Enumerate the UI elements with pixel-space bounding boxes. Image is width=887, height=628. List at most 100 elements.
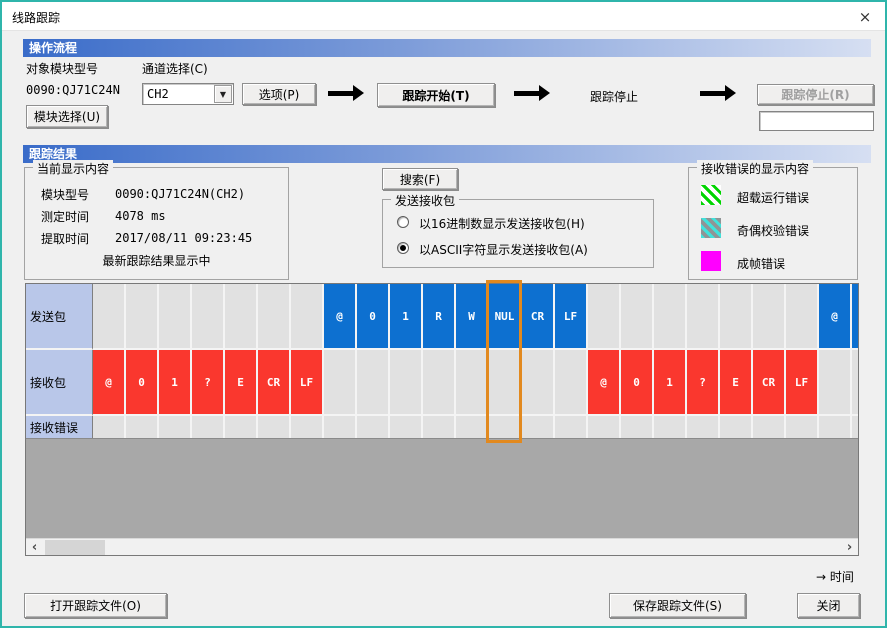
flow-arrow-icon: [700, 91, 726, 96]
trace-grid-cell: [852, 416, 858, 438]
trace-grid-cell: [456, 350, 489, 416]
trace-grid-cell[interactable]: LF: [786, 350, 819, 416]
info-row-label: 模块型号: [41, 186, 89, 203]
packet-display-radio-option[interactable]: 以ASCII字符显示发送接收包(A): [383, 238, 653, 264]
trace-grid-cell[interactable]: 0: [357, 284, 390, 350]
trace-grid-cell[interactable]: 1: [654, 350, 687, 416]
close-icon[interactable]: ×: [853, 5, 877, 29]
channel-select-label: 通道选择(C): [142, 60, 208, 77]
trace-grid-cell: [390, 416, 423, 438]
legend-item: 成帧错误: [689, 251, 857, 284]
trace-grid-cell: [192, 416, 225, 438]
info-row-value: 4078 ms: [115, 209, 166, 223]
info-row-value: 0090:QJ71C24N(CH2): [115, 187, 245, 201]
latest-result-status-label: 最新跟踪结果显示中: [25, 252, 288, 269]
trace-grid-cell: [126, 416, 159, 438]
trace-grid-cell[interactable]: W: [456, 284, 489, 350]
options-button[interactable]: 选项(P): [242, 83, 316, 105]
channel-selected-value: CH2: [147, 87, 169, 101]
trace-grid-cell[interactable]: ?: [192, 350, 225, 416]
trace-grid-cell: [687, 284, 720, 350]
channel-select-combobox[interactable]: CH2 ▼: [142, 83, 234, 105]
trace-grid-cell: [159, 284, 192, 350]
window-title: 线路跟踪: [12, 9, 60, 26]
save-trace-file-button[interactable]: 保存跟踪文件(S): [609, 593, 746, 618]
trace-grid-row: 接收错误: [26, 416, 858, 438]
trace-grid-cell[interactable]: @: [93, 350, 126, 416]
trace-grid-cell[interactable]: @: [588, 350, 621, 416]
trace-grid-cell[interactable]: E: [225, 350, 258, 416]
trace-grid-cell: [390, 350, 423, 416]
close-dialog-button[interactable]: 关闭: [797, 593, 860, 618]
trace-grid-cell: [159, 416, 192, 438]
trace-grid-cell[interactable]: 1: [390, 284, 423, 350]
trace-grid-cell: [225, 284, 258, 350]
info-row-label: 测定时间: [41, 208, 89, 225]
trace-grid-cell: [126, 284, 159, 350]
flow-arrow-icon: [514, 91, 540, 96]
chevron-down-icon[interactable]: ▼: [214, 85, 232, 103]
trace-grid-cell: [357, 350, 390, 416]
horizontal-scrollbar[interactable]: ‹ ›: [26, 538, 858, 555]
trace-grid-cell[interactable]: CR: [258, 350, 291, 416]
radio-button-icon[interactable]: [397, 216, 409, 228]
trace-start-button[interactable]: 跟踪开始(T): [377, 83, 495, 107]
trace-grid-empty-area: [26, 439, 858, 538]
trace-grid-cell[interactable]: CR: [522, 284, 555, 350]
module-select-button[interactable]: 模块选择(U): [26, 105, 108, 128]
radio-option-label: 以ASCII字符显示发送接收包(A): [419, 241, 588, 258]
info-row-label: 提取时间: [41, 230, 89, 247]
target-module-value: 0090:QJ71C24N: [26, 83, 120, 97]
scroll-right-icon[interactable]: ›: [841, 539, 858, 556]
packet-display-options: 以16进制数显示发送接收包(H) 以ASCII字符显示发送接收包(A): [383, 212, 653, 264]
trace-grid-cell: [588, 416, 621, 438]
trace-grid-cell[interactable]: LF: [555, 284, 588, 350]
trace-grid-cell: [93, 416, 126, 438]
info-row: 测定时间 4078 ms: [25, 204, 288, 226]
trace-grid-cell: [357, 416, 390, 438]
trace-grid-cell[interactable]: @: [324, 284, 357, 350]
trace-grid-cell: [687, 416, 720, 438]
trace-grid: 发送包@01RWNULCRLF@接收包@01?ECRLF@01?ECRLF接收错…: [25, 283, 859, 556]
trace-grid-cell[interactable]: E: [720, 350, 753, 416]
trace-grid-cell[interactable]: [852, 284, 858, 350]
radio-button-icon[interactable]: [397, 242, 409, 254]
trace-grid-cell: [489, 416, 522, 438]
trace-grid-cell[interactable]: R: [423, 284, 456, 350]
error-legend-group-title: 接收错误的显示内容: [697, 160, 813, 177]
packet-display-radio-option[interactable]: 以16进制数显示发送接收包(H): [383, 212, 653, 238]
info-row-value: 2017/08/11 09:23:45: [115, 231, 252, 245]
flow-arrow-icon: [328, 91, 354, 96]
scrollbar-thumb[interactable]: [45, 540, 105, 555]
legend-item: 奇偶校验错误: [689, 218, 857, 251]
target-module-label: 对象模块型号: [26, 60, 98, 77]
trace-grid-cell[interactable]: LF: [291, 350, 324, 416]
trace-grid-cell: [291, 284, 324, 350]
open-trace-file-button[interactable]: 打开跟踪文件(O): [24, 593, 167, 618]
trace-grid-cell: [258, 284, 291, 350]
trace-grid-cell: [489, 350, 522, 416]
search-button[interactable]: 搜索(F): [382, 168, 458, 190]
trace-grid-cell: [621, 284, 654, 350]
magenta-swatch-icon: [701, 251, 721, 271]
packet-display-group: 发送接收包 以16进制数显示发送接收包(H)以ASCII字符显示发送接收包(A): [382, 199, 654, 268]
trace-grid-cell: [819, 416, 852, 438]
trace-grid-cell: [786, 284, 819, 350]
trace-grid-cell[interactable]: NUL: [489, 284, 522, 350]
trace-grid-cell[interactable]: ?: [687, 350, 720, 416]
radio-option-label: 以16进制数显示发送接收包(H): [419, 215, 585, 232]
trace-grid-cell: [588, 284, 621, 350]
trace-grid-cell[interactable]: @: [819, 284, 852, 350]
trace-stop-button[interactable]: 跟踪停止(R): [757, 84, 874, 105]
current-display-group: 当前显示内容 模块型号0090:QJ71C24N(CH2)测定时间4078 ms…: [24, 167, 289, 280]
trace-grid-cell[interactable]: CR: [753, 350, 786, 416]
trace-grid-cell[interactable]: 1: [159, 350, 192, 416]
trace-grid-cell[interactable]: 0: [621, 350, 654, 416]
trace-grid-cell: [720, 416, 753, 438]
scroll-left-icon[interactable]: ‹: [26, 539, 43, 556]
trace-grid-cell: [720, 284, 753, 350]
trace-grid-cell: [93, 284, 126, 350]
packet-display-group-title: 发送接收包: [391, 192, 459, 209]
trace-grid-cell: [819, 350, 852, 416]
trace-grid-cell[interactable]: 0: [126, 350, 159, 416]
